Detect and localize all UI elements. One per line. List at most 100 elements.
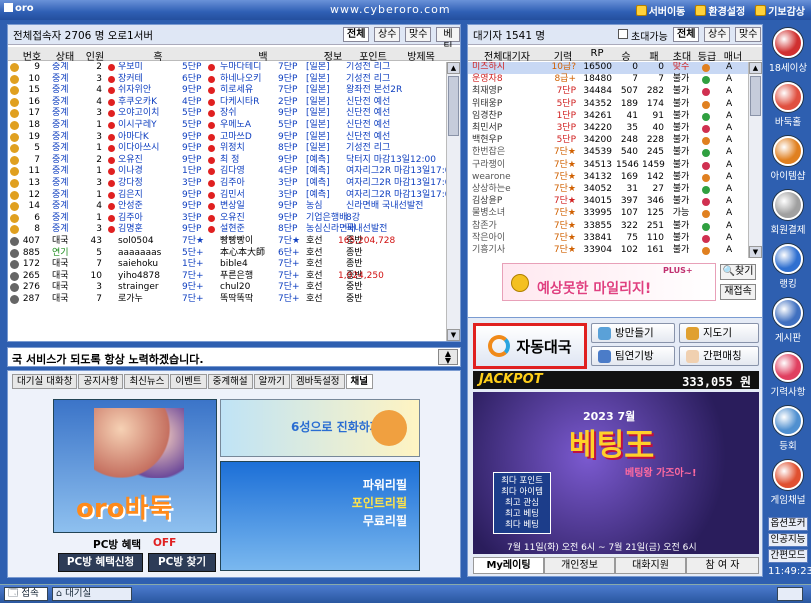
table-row[interactable]: 10 중계 3 장커테 6단P 하네나오키 9단P [일본] 기성전 리그 [8, 74, 446, 86]
user-row[interactable]: 참존가 7단★ 33855 322 251 불가 A [468, 221, 748, 233]
expand-button[interactable]: ▲ ▼ [438, 349, 458, 365]
make-room-button[interactable]: 방만들기 [591, 323, 675, 343]
user-row[interactable]: 물병소녀 7단★ 33995 107 125 가능 A [468, 208, 748, 220]
taskbar-item-lobby[interactable]: ⌂ 대기실 [52, 587, 132, 601]
table-row[interactable]: 885 연기 5 aaaaaaas 5단+ 本心本大師 6단+ 호선 종반 [8, 248, 446, 260]
user-row[interactable]: 최민서P 3단P 34220 35 40 불가 A [468, 123, 748, 135]
quick-match-button[interactable]: 간편매칭 [679, 346, 759, 366]
side-menu-item[interactable]: 랭킹 [767, 244, 809, 290]
table-row[interactable]: 13 중계 3 강다정 3단P 김주아 3단P [예측] 여자리그2R 마감13일17:0 [8, 178, 446, 190]
ai-button[interactable]: 인공지능 [768, 533, 808, 547]
user-row[interactable]: 기흥기사 7단★ 33904 102 161 불가 A [468, 245, 748, 257]
server-move-button[interactable]: 서버이동 [635, 3, 685, 18]
user-row[interactable]: 김상윤P 7단★ 34015 397 346 불가 A [468, 196, 748, 208]
scroll-up-button[interactable]: ▲ [749, 62, 762, 74]
side-menu-item[interactable]: 아이템샵 [767, 136, 809, 182]
user-row[interactable]: 구라쟁이 7단★ 34513 1546 1459 불가 A [468, 160, 748, 172]
table-row[interactable]: 6 중계 1 김주아 3단P 오유진 9단P 기업은행배 8강 [8, 213, 446, 225]
tab-news[interactable]: 최신뉴스 [124, 374, 170, 389]
side-menu-item[interactable]: 18세이상 [767, 28, 809, 74]
tab-betting[interactable]: 베팅 [436, 27, 460, 53]
tab-profile[interactable]: 개인정보 [544, 557, 615, 574]
tab-equal[interactable]: 맞수 [405, 27, 432, 42]
tab-chat-support[interactable]: 대화지원 [615, 557, 686, 574]
col-count[interactable]: 인원 [82, 48, 108, 63]
team-room-button[interactable]: 팀연기방 [591, 346, 675, 366]
scroll-thumb[interactable] [750, 76, 761, 116]
table-row[interactable]: 276 대국 3 strainger 9단+ chul20 7단+ 호선 중반 [8, 282, 446, 294]
user-row[interactable]: 백현우P 5단P 34200 248 228 불가 A [468, 135, 748, 147]
col-rank[interactable]: 기력 [548, 48, 578, 63]
table-row[interactable]: 9 중계 2 우보미 5단P 누마다테디 7단P [일본] 기성전 리그 [8, 62, 446, 74]
betting-event-banner[interactable]: 2023 7월 베팅王 베팅왕 가즈아~! 최다 포인트 최다 아이템 최고 관심 최… [473, 392, 759, 554]
filter-all[interactable]: 전체 [673, 27, 700, 42]
tab-chat[interactable]: 대기실 대화창 [12, 374, 78, 389]
table-row[interactable]: 15 중계 4 쉬자위안 9단P 히로세유 7단P [일본] 왕좌전 본선2R [8, 85, 446, 97]
tab-stronger[interactable]: 상수 [374, 27, 401, 42]
col-win[interactable]: 승 [616, 48, 636, 63]
tab-all[interactable]: 전체 [343, 27, 370, 42]
scroll-down-button[interactable]: ▼ [447, 329, 460, 341]
tab-commentary[interactable]: 중계해설 [207, 374, 253, 389]
table-row[interactable]: 17 중계 3 오야고이치 5단P 장쉬 9단P [일본] 신단전 예선 [8, 108, 446, 120]
guide-button[interactable]: 지도기 [679, 323, 759, 343]
side-menu-item[interactable]: 등회 [767, 406, 809, 452]
settings-button[interactable]: 환경설정 [695, 3, 745, 18]
user-row[interactable]: 작은아이 7단★ 33841 75 110 불가 A [468, 233, 748, 245]
user-row[interactable]: 미츠하시 10급? 16500 0 0 맞수 A [468, 62, 748, 74]
table-row[interactable]: 11 중계 1 이나경 1단P 김다영 4단P [예측] 여자리그2R 마감13일17:0 [8, 166, 446, 178]
tab-game-settings[interactable]: 겜바둑설정 [290, 374, 345, 389]
table-row[interactable]: 18 중계 1 이시구레Y 5단P 우메노A 5단P [일본] 신단전 예선 [8, 120, 446, 132]
tab-channel[interactable]: 채널 [345, 374, 374, 389]
tab-my-rating[interactable]: My레이팅 [473, 557, 544, 574]
col-invite[interactable]: 초대 [668, 48, 696, 63]
side-menu-item[interactable]: 기력사항 [767, 352, 809, 398]
col-rp[interactable]: RP [582, 48, 612, 59]
invitable-checkbox[interactable] [618, 29, 628, 39]
table-row[interactable]: 8 중계 3 김명훈 9단P 설현준 8단P 농심신라면배 국내선발전 [8, 224, 446, 236]
user-row[interactable]: 상상하는e 7단★ 34052 31 27 불가 A [468, 184, 748, 196]
auto-match-button[interactable]: 자동대국 [473, 323, 587, 369]
col-white[interactable]: 백 [213, 48, 313, 63]
taskbar-item-connect[interactable]: 🗔 접속 [4, 587, 48, 601]
filter-equal[interactable]: 맞수 [735, 27, 762, 42]
simple-mode-button[interactable]: 간편모드 [768, 549, 808, 563]
tab-event[interactable]: 이벤트 [170, 374, 207, 389]
scroll-thumb[interactable] [448, 76, 459, 136]
table-row[interactable]: 5 중계 1 이다아쓰시 9단P 위정치 8단P [일본] 기성전 리그 [8, 143, 446, 155]
replay-button[interactable]: 기보감상 [755, 3, 805, 18]
pc-find-button[interactable]: PC방 찾기 [148, 553, 216, 572]
user-row[interactable]: wearone 7단★ 34132 169 142 불가 A [468, 172, 748, 184]
tab-notice[interactable]: 공지사항 [78, 374, 124, 389]
user-row[interactable]: 운영자8 8급+ 18480 7 7 불가 A [468, 74, 748, 86]
scroll-down-button[interactable]: ▼ [749, 246, 762, 258]
side-menu-item[interactable]: 회원결제 [767, 190, 809, 236]
table-row[interactable]: 287 대국 7 로가누 7단+ 똑딱똑딱 7단+ 호선 중반 [8, 294, 446, 306]
tab-participants[interactable]: 참 여 자 [686, 557, 759, 574]
tab-alkkagi[interactable]: 알까기 [253, 374, 290, 389]
filter-stronger[interactable]: 상수 [704, 27, 731, 42]
waiting-scrollbar[interactable]: ▲ ▼ [748, 62, 762, 258]
reconnect-button[interactable]: 재접속 [720, 284, 756, 300]
col-black[interactable]: 흑 [108, 48, 208, 63]
col-title[interactable]: 방제목 [396, 48, 446, 63]
table-row[interactable]: 7 중계 2 오유진 9단P 최 정 9단P [예측] 닥터지 마감13일12:00 [8, 155, 446, 167]
side-menu-item[interactable]: 게임채널 [767, 460, 809, 506]
col-no[interactable]: 번호 [16, 48, 48, 63]
col-manner[interactable]: 매너 [722, 48, 744, 63]
scroll-up-button[interactable]: ▲ [447, 62, 460, 74]
evolve-ad[interactable]: 6성으로 진화하자!! [220, 399, 420, 457]
table-row[interactable]: 172 대국 7 saiehoku 1단+ bible4 7단+ 호선 종반 [8, 259, 446, 271]
user-row[interactable]: 최재영P 7단P 34484 507 282 불가 A [468, 86, 748, 98]
pc-benefit-apply-button[interactable]: PC방 혜택신청 [58, 553, 143, 572]
table-row[interactable]: 14 중계 4 안성준 9단P 변상일 9단P 농심 신라면배 국내선발전 [8, 201, 446, 213]
table-row[interactable]: 265 대국 10 yiho4878 7단+ 푸른은행 7단+ 호선 종반 1,024,250 [8, 271, 446, 283]
table-row[interactable]: 19 중계 3 아마다K 9단P 고마쓰D 9단P [일본] 신단전 예선 [8, 132, 446, 144]
table-row[interactable]: 12 중계 1 김은지 9단P 김민서 3단P [예측] 여자리그2R 마감13일17:0 [8, 190, 446, 202]
col-state[interactable]: 상태 [52, 48, 78, 63]
option-poker-button[interactable]: 옵션포커 [768, 517, 808, 531]
oro-promo[interactable]: oro바둑 [53, 399, 217, 533]
taskbar-menu-icon[interactable] [777, 587, 803, 601]
col-grade[interactable]: 등급 [696, 48, 718, 63]
col-loss[interactable]: 패 [644, 48, 664, 63]
